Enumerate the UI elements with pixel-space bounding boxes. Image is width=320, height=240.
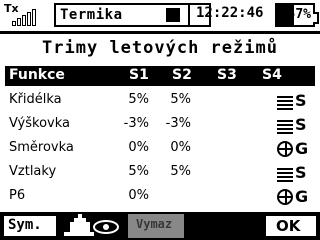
header-s2: S2 — [172, 67, 192, 83]
mode-letter: S — [295, 91, 307, 110]
sym-stripes-icon — [277, 120, 295, 134]
vymaz-button-label: Vymaz — [136, 217, 173, 231]
softkey-bar: Sym. Vymaz OK — [0, 212, 320, 240]
tx-signal-icon — [12, 6, 40, 26]
table-row[interactable]: Vztlaky 5% 5% S — [5, 162, 315, 184]
mode-letter: S — [295, 163, 307, 182]
trim-s2[interactable]: 5% — [155, 92, 191, 107]
table-row[interactable]: P6 0% G — [5, 186, 315, 208]
mode-letter: G — [295, 139, 309, 158]
page-title: Trimy letových režimů — [42, 38, 278, 58]
mode-global-toggle[interactable]: G — [277, 139, 313, 159]
globe-icon — [277, 141, 293, 157]
mode-global-toggle[interactable]: G — [277, 187, 313, 207]
trim-s2[interactable]: 0% — [155, 140, 191, 155]
mode-sym-toggle[interactable]: S — [277, 115, 313, 135]
function-name: P6 — [9, 188, 26, 203]
stop-icon — [166, 8, 180, 22]
function-name: Vztlaky — [9, 164, 57, 179]
mode-letter: G — [295, 187, 309, 206]
clock-text: 12:22:46 — [196, 5, 264, 21]
trim-s2[interactable]: 5% — [155, 164, 191, 179]
ok-button-label: OK — [276, 217, 301, 235]
mode-sym-toggle[interactable]: S — [277, 91, 313, 111]
trim-s1[interactable]: -3% — [113, 116, 149, 131]
trim-s1[interactable]: 0% — [113, 140, 149, 155]
clock: 12:22:46 — [188, 3, 274, 27]
sym-button-label: Sym. — [8, 217, 42, 233]
mode-letter: S — [295, 115, 307, 134]
header-s3: S3 — [217, 67, 237, 83]
mode-sym-toggle[interactable]: S — [277, 163, 313, 183]
globe-icon — [277, 189, 293, 205]
function-name: Křidélka — [9, 92, 62, 107]
model-eye-icon — [64, 214, 119, 236]
header-s4: S4 — [262, 67, 282, 83]
function-name: Směrovka — [9, 140, 74, 155]
trim-s1[interactable]: 5% — [113, 92, 149, 107]
table-row[interactable]: Výškovka -3% -3% S — [5, 114, 315, 136]
function-name: Výškovka — [9, 116, 70, 131]
transmitter-screen: Tx Termika 12:22:46 57% Trimy letových r… — [0, 0, 320, 240]
table-row[interactable]: Směrovka 0% 0% G — [5, 138, 315, 160]
model-name: Termika — [60, 7, 123, 23]
model-eye-button[interactable] — [62, 214, 124, 238]
sym-stripes-icon — [277, 168, 295, 182]
header-funkce: Funkce — [9, 67, 65, 83]
status-divider — [0, 31, 320, 34]
sym-button[interactable]: Sym. — [2, 214, 58, 238]
trim-s2[interactable]: -3% — [155, 116, 191, 131]
ok-button[interactable]: OK — [264, 214, 318, 238]
status-bar: Tx Termika 12:22:46 57% — [0, 0, 320, 34]
trim-s1[interactable]: 0% — [113, 188, 149, 203]
table-row[interactable]: Křidélka 5% 5% S — [5, 90, 315, 112]
table-header: Funkce S1 S2 S3 S4 — [5, 66, 315, 86]
sym-stripes-icon — [277, 96, 295, 110]
header-s1: S1 — [129, 67, 149, 83]
battery-text: 57% — [287, 7, 311, 22]
battery-icon: 57% — [275, 3, 319, 27]
vymaz-button[interactable]: Vymaz — [128, 214, 184, 238]
trim-s1[interactable]: 5% — [113, 164, 149, 179]
